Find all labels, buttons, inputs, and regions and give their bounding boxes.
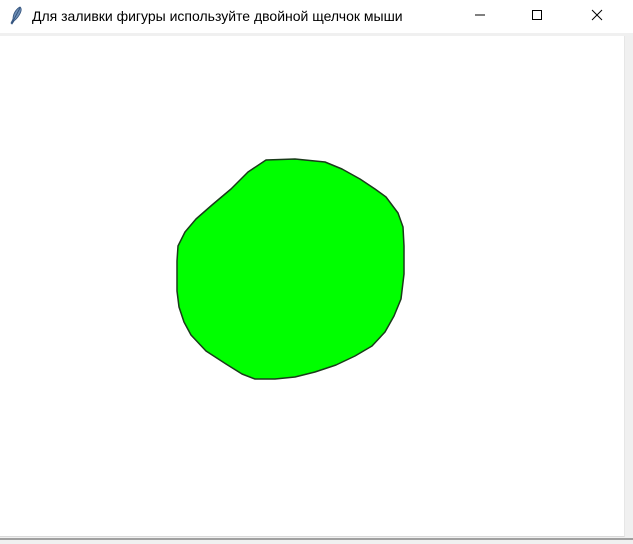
window-title: Для заливки фигуры используйте двойной щ…	[32, 8, 403, 24]
minimize-icon	[474, 8, 486, 26]
bottom-border	[0, 538, 633, 544]
filled-shape[interactable]	[176, 158, 405, 380]
window-client-area	[0, 33, 633, 544]
maximize-button[interactable]	[514, 0, 560, 33]
app-window: Для заливки фигуры используйте двойной щ…	[0, 0, 633, 544]
close-icon	[591, 8, 603, 26]
canvas-drawing	[176, 158, 405, 380]
maximize-icon	[531, 8, 543, 26]
close-button[interactable]	[574, 0, 620, 33]
feather-icon[interactable]	[8, 6, 24, 26]
minimize-button[interactable]	[457, 0, 503, 33]
drawing-canvas[interactable]	[0, 36, 625, 537]
title-bar[interactable]: Для заливки фигуры используйте двойной щ…	[0, 0, 633, 33]
